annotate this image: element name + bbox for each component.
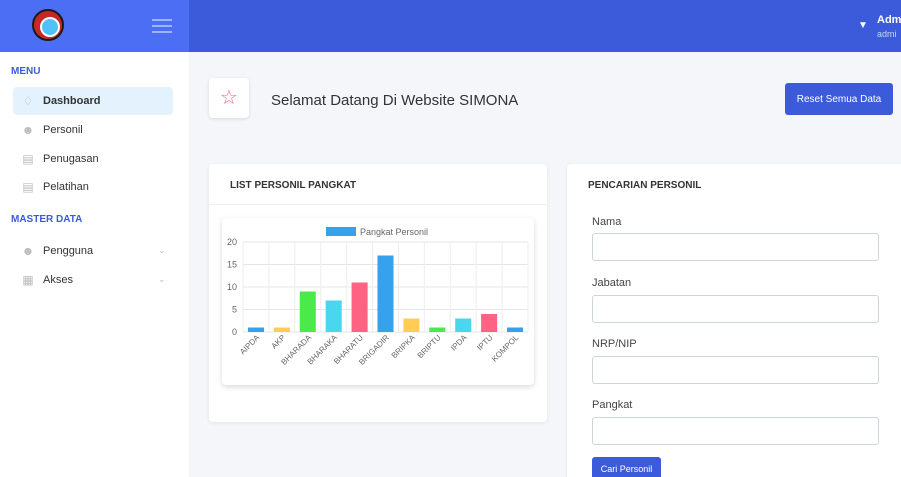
chart-bar [429,327,446,332]
x-tick-label: BRIPKA [390,333,418,361]
star-icon: ☆ [209,78,249,118]
bell-icon: ♢ [22,94,34,108]
pangkat-input[interactable] [592,417,879,445]
y-tick-label: 10 [227,282,237,292]
pangkat-label: Pangkat [592,399,633,411]
chart-bar [351,282,368,332]
user-name[interactable]: Admi [877,14,901,26]
page-title: Selamat Datang Di Website SIMONA [271,92,519,109]
nrp-nip-label: NRP/NIP [592,338,637,350]
sidebar-item-label: Pelatihan [43,181,89,193]
card-divider [209,204,547,205]
x-tick-label: AIPDA [238,333,262,357]
search-personil-button[interactable]: Cari Personil [592,457,661,477]
x-tick-label: IPDA [449,333,469,353]
y-tick-label: 5 [232,305,237,315]
sidebar-item-label: Pengguna [43,245,94,257]
chart-bar [403,318,420,332]
sidebar-item-penugasan[interactable]: ▤ Penugasan [13,145,173,173]
card-title: LIST PERSONIL PANGKAT [230,180,357,191]
document-icon: ▤ [22,180,34,194]
clipboard-icon: ▤ [22,152,34,166]
card-title: PENCARIAN PERSONIL [588,180,702,191]
chart-bar [507,327,524,332]
sidebar-item-pengguna[interactable]: ☻ Pengguna ⌄ [13,237,173,265]
chart-bar [247,327,264,332]
sidebar: MENU ♢ Dashboard ☻ Personil ▤ Penugasan … [0,52,189,477]
chevron-down-icon[interactable]: ▼ [858,20,868,31]
user-role: admi [877,29,897,39]
users-icon: ☻ [21,123,35,137]
chart-bar [455,318,472,332]
x-tick-label: IPTU [475,333,494,352]
x-tick-label: KOMPOL [490,333,521,364]
y-tick-label: 0 [232,327,237,337]
legend-swatch [326,227,356,236]
x-tick-label: AKP [270,333,288,351]
sidebar-item-personil[interactable]: ☻ Personil [13,116,173,144]
logo-icon[interactable] [32,9,64,41]
sidebar-item-label: Dashboard [43,95,101,107]
jabatan-input[interactable] [592,295,879,323]
chart-bar [481,314,498,332]
chart-bar [377,255,394,332]
master-data-section-title: MASTER DATA [11,214,83,225]
chevron-down-icon: ⌄ [158,245,166,255]
reset-all-data-button[interactable]: Reset Semua Data [785,83,893,115]
y-tick-label: 20 [227,237,237,247]
top-navbar: ▼ Admi admi [0,0,901,52]
sidebar-item-label: Akses [43,274,73,286]
x-tick-label: BRIPTU [416,333,443,360]
chart-bar [325,300,342,332]
users-icon: ☻ [21,244,35,258]
legend-label: Pangkat Personil [360,227,428,237]
calendar-icon: ▦ [22,273,34,287]
y-tick-label: 15 [227,260,237,270]
nama-label: Nama [592,216,622,228]
chevron-down-icon: ⌄ [158,274,166,284]
nama-input[interactable] [592,233,879,261]
menu-section-title: MENU [11,66,41,77]
hamburger-menu-icon[interactable] [152,19,172,33]
sidebar-item-akses[interactable]: ▦ Akses ⌄ [13,266,173,294]
nrp-nip-input[interactable] [592,356,879,384]
sidebar-item-dashboard[interactable]: ♢ Dashboard [13,87,173,115]
jabatan-label: Jabatan [592,277,632,289]
brand-area [0,0,189,52]
chart-container: 0 5 10 15 20 AIPDA AKP BHARADA BHARAKA BHARATU BRI… [222,218,534,385]
sidebar-item-label: Personil [43,124,83,136]
chart-bar [299,291,316,332]
sidebar-item-pelatihan[interactable]: ▤ Pelatihan [13,173,173,201]
sidebar-item-label: Penugasan [43,153,99,165]
bar-chart: 05101520AIPDA AKPBHARADABHARAKABHARATUBRI… [227,227,529,367]
chart-bar [273,327,290,332]
